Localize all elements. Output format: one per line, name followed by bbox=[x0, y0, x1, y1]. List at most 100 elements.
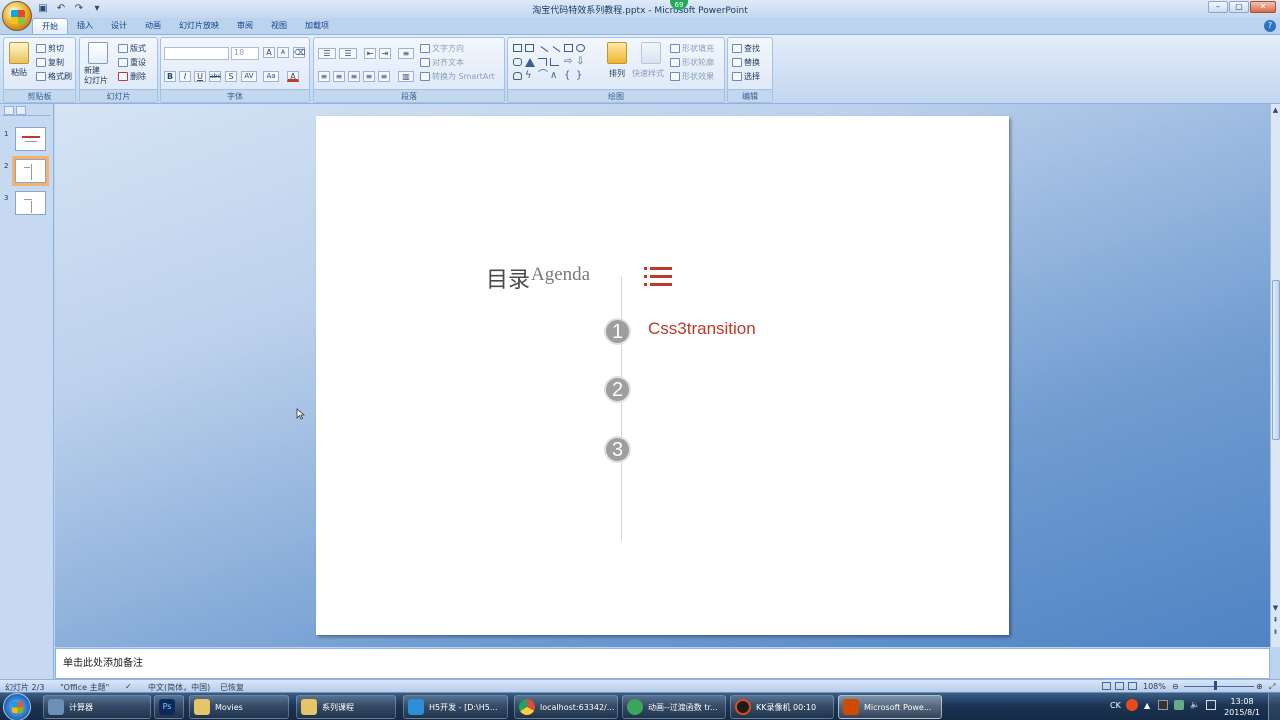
taskbar-item-recorder[interactable]: KK录像机 00:10 bbox=[730, 695, 834, 719]
shadow-button[interactable]: S bbox=[225, 71, 237, 82]
outline-tab[interactable] bbox=[16, 106, 26, 115]
sorter-view-icon[interactable] bbox=[1115, 682, 1124, 690]
zoom-in-icon[interactable]: ⊕ bbox=[1256, 682, 1263, 691]
vertical-textbox-shape-icon[interactable] bbox=[525, 44, 534, 52]
font-color-button[interactable]: A bbox=[287, 71, 299, 82]
maximize-button[interactable]: ▢ bbox=[1229, 1, 1249, 13]
elbow-arrow-shape-icon[interactable] bbox=[550, 58, 559, 66]
cut-button[interactable]: 剪切 bbox=[36, 43, 64, 54]
paste-button[interactable]: 粘贴 bbox=[11, 67, 27, 78]
line-shape-icon[interactable] bbox=[536, 46, 549, 58]
brace-left-shape-icon[interactable]: { bbox=[564, 71, 573, 81]
start-button[interactable] bbox=[3, 693, 31, 720]
tab-addins[interactable]: 加载项 bbox=[296, 18, 338, 34]
clock[interactable]: 13:08 2015/8/1 bbox=[1224, 696, 1260, 718]
curve-shape-icon[interactable]: ⌒ bbox=[538, 71, 548, 81]
notes-pane[interactable]: 单击此处添加备注 bbox=[55, 648, 1270, 679]
quick-styles-button[interactable]: 快速样式 bbox=[632, 68, 664, 79]
zoom-out-icon[interactable]: ⊖ bbox=[1172, 682, 1179, 691]
tray-expand-icon[interactable]: ▲ bbox=[1144, 701, 1150, 710]
copy-button[interactable]: 复制 bbox=[36, 57, 64, 68]
arrange-icon[interactable] bbox=[607, 42, 627, 64]
taskbar-item-editor[interactable]: H5开发 - [D:\H5... bbox=[403, 695, 508, 719]
decrease-indent-button[interactable]: ⇤ bbox=[364, 48, 376, 59]
font-size-select[interactable]: 18 bbox=[231, 47, 259, 60]
slide-thumbnail-1[interactable] bbox=[15, 127, 46, 151]
zoom-level[interactable]: 108% bbox=[1143, 682, 1166, 691]
zoom-slider-thumb[interactable] bbox=[1214, 681, 1217, 690]
spellcheck-icon[interactable]: ✓ bbox=[125, 682, 132, 691]
tab-slideshow[interactable]: 幻灯片放映 bbox=[170, 18, 228, 34]
taskbar-item-animation[interactable]: 动画--过渡函数 tr... bbox=[622, 695, 726, 719]
next-slide-icon[interactable]: ⇟ bbox=[1271, 628, 1280, 638]
right-arrow-shape-icon[interactable]: ⇨ bbox=[564, 57, 573, 67]
prev-slide-icon[interactable]: ⇞ bbox=[1271, 616, 1280, 626]
shape-outline-button[interactable]: 形状轮廓 bbox=[670, 57, 714, 68]
quick-styles-icon[interactable] bbox=[641, 42, 661, 64]
office-button[interactable] bbox=[2, 1, 32, 31]
line-spacing-button[interactable]: ≡ bbox=[398, 48, 414, 59]
shrink-font-button[interactable]: A bbox=[277, 47, 289, 58]
scroll-down-icon[interactable]: ▼ bbox=[1271, 604, 1280, 614]
distribute-button[interactable]: ≡ bbox=[378, 71, 390, 82]
slide-thumbnail-3[interactable] bbox=[15, 191, 46, 215]
reset-button[interactable]: 重设 bbox=[118, 57, 146, 68]
action-center-icon[interactable] bbox=[1206, 700, 1216, 710]
tab-home[interactable]: 开始 bbox=[32, 18, 68, 34]
tab-animation[interactable]: 动画 bbox=[136, 18, 170, 34]
italic-button[interactable]: I bbox=[179, 71, 191, 82]
shape-effects-button[interactable]: 形状效果 bbox=[670, 71, 714, 82]
down-arrow-shape-icon[interactable]: ⇩ bbox=[576, 57, 585, 67]
volume-icon[interactable]: 🔈 bbox=[1190, 700, 1200, 709]
pentagon-shape-icon[interactable] bbox=[513, 72, 522, 80]
align-text-button[interactable]: 对齐文本 bbox=[420, 57, 464, 68]
normal-view-icon[interactable] bbox=[1102, 682, 1111, 690]
tab-review[interactable]: 审阅 bbox=[228, 18, 262, 34]
triangle-shape-icon[interactable] bbox=[525, 58, 535, 67]
sogou-icon[interactable] bbox=[1126, 699, 1138, 711]
bullets-button[interactable]: ☰ bbox=[318, 48, 336, 59]
ime-indicator[interactable]: CK bbox=[1110, 701, 1121, 710]
replace-button[interactable]: 替换 bbox=[732, 57, 760, 68]
scroll-thumb[interactable] bbox=[1272, 280, 1280, 440]
find-button[interactable]: 查找 bbox=[732, 43, 760, 54]
help-icon[interactable]: ? bbox=[1264, 20, 1276, 32]
format-painter-button[interactable]: 格式刷 bbox=[36, 71, 72, 82]
tab-view[interactable]: 视图 bbox=[262, 18, 296, 34]
taskbar-item-powerpoint[interactable]: Microsoft Powe... bbox=[838, 695, 942, 719]
grow-font-button[interactable]: A bbox=[263, 47, 275, 58]
new-slide-icon[interactable] bbox=[88, 42, 108, 64]
delete-slide-button[interactable]: 删除 bbox=[118, 71, 146, 82]
strikethrough-button[interactable]: abc bbox=[209, 71, 221, 82]
show-desktop-button[interactable] bbox=[1268, 693, 1280, 720]
paste-icon[interactable] bbox=[9, 42, 29, 64]
vertical-scrollbar[interactable]: ▲ ▼ ⇞ ⇟ bbox=[1270, 104, 1280, 647]
freeform-shape-icon[interactable]: ∧ bbox=[550, 71, 559, 81]
minimize-button[interactable]: – bbox=[1208, 1, 1228, 13]
rounded-rect-shape-icon[interactable] bbox=[513, 58, 522, 66]
slide-canvas[interactable]: 目录 Agenda 1 Css3transition 2 3 bbox=[316, 116, 1009, 635]
justify-button[interactable]: ≡ bbox=[363, 71, 375, 82]
clear-format-button[interactable]: ⌫ bbox=[293, 47, 305, 58]
numbering-button[interactable]: ☰ bbox=[339, 48, 357, 59]
taskbar-item-chrome[interactable]: localhost:63342/... bbox=[514, 695, 618, 719]
rectangle-shape-icon[interactable] bbox=[564, 44, 573, 52]
underline-button[interactable]: U bbox=[194, 71, 206, 82]
increase-indent-button[interactable]: ⇥ bbox=[379, 48, 391, 59]
zoom-slider[interactable] bbox=[1184, 686, 1254, 687]
layout-button[interactable]: 版式 bbox=[118, 43, 146, 54]
select-button[interactable]: 选择 bbox=[732, 71, 760, 82]
change-case-button[interactable]: Aa bbox=[263, 71, 279, 82]
oval-shape-icon[interactable] bbox=[576, 44, 585, 52]
shape-fill-button[interactable]: 形状填充 bbox=[670, 43, 714, 54]
tray-app-icon[interactable] bbox=[1158, 700, 1168, 710]
slideshow-view-icon[interactable] bbox=[1128, 682, 1137, 690]
slide-title-en[interactable]: Agenda bbox=[531, 264, 590, 286]
slide-title-cn[interactable]: 目录 bbox=[486, 262, 530, 294]
lightning-shape-icon[interactable]: ϟ bbox=[525, 71, 534, 81]
tab-insert[interactable]: 插入 bbox=[68, 18, 102, 34]
align-right-button[interactable]: ≡ bbox=[348, 71, 360, 82]
bold-button[interactable]: B bbox=[164, 71, 176, 82]
network-icon[interactable] bbox=[1174, 700, 1184, 710]
new-slide-button[interactable]: 新建 幻灯片 bbox=[84, 66, 108, 86]
